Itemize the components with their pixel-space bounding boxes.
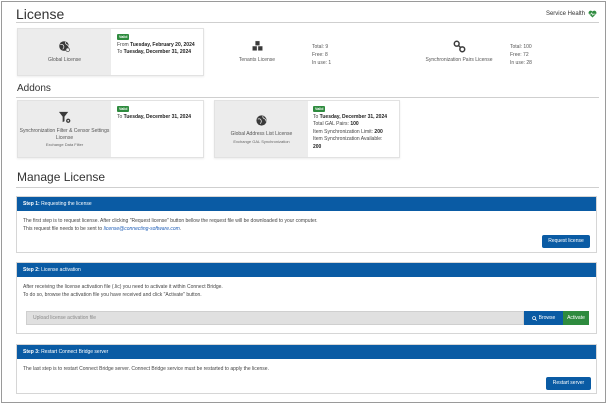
sync-limit-value: 200 — [374, 128, 383, 135]
gal-pairs-label: Total GAL Pairs: — [313, 121, 349, 127]
step2-header: Step 2: License activation — [17, 263, 596, 277]
manage-license-title: Manage License — [17, 170, 106, 184]
tenants-free: Free: 8 — [312, 52, 328, 58]
sync-pairs-license-item: Synchronization Pairs License — [421, 40, 497, 63]
step2-body: After receiving the license activation f… — [17, 277, 596, 299]
page-title: License — [16, 6, 65, 22]
addons-title: Addons — [17, 83, 51, 94]
global-license-details: Valid From Tuesday, February 20, 2024 To… — [117, 34, 195, 57]
to-date: Tuesday, December 31, 2024 — [319, 113, 388, 120]
step3-body: The last step is to restart Connect Brid… — [17, 359, 596, 373]
gal-addon-sublabel: Exchange GAL Synchronization — [233, 138, 290, 144]
step1-header: Step 1: Requesting the license — [17, 197, 596, 211]
to-date: Tuesday, December 31, 2024 — [123, 49, 192, 55]
global-license-pane: Global License — [18, 29, 111, 75]
step3-header: Step 3: Restart Connect Bridge server — [17, 345, 596, 359]
sync-pairs-total: Total: 100 — [510, 44, 532, 50]
valid-badge: Valid — [117, 106, 130, 112]
step2-panel: Step 2: License activation After receivi… — [16, 262, 597, 334]
global-license-label: Global License — [47, 57, 82, 64]
browse-button[interactable]: Browse — [524, 311, 563, 325]
sync-available-value: 200 — [313, 143, 322, 150]
tenants-total: Total: 9 — [312, 44, 329, 50]
to-prefix: To — [313, 113, 319, 120]
addons-divider — [16, 97, 599, 98]
globe-icon — [256, 115, 267, 126]
step1-line2-prefix: This request file needs to be sent to — [23, 226, 103, 232]
gal-addon-card: Global Address List License Exchange GAL… — [214, 100, 400, 158]
step1-body: The first step is to request license. Af… — [17, 211, 596, 233]
service-health-label: Service Health — [545, 11, 585, 17]
valid-badge: Valid — [313, 106, 326, 112]
cubes-icon — [251, 40, 263, 51]
filter-addon-card: Synchronization Filter & Censor Settings… — [17, 100, 204, 158]
from-prefix: From — [117, 41, 129, 48]
step1-number: Step 1: — [23, 201, 40, 207]
tenants-in-use: In use: 1 — [312, 60, 332, 66]
gal-pairs-value: 100 — [350, 121, 359, 127]
license-file-input[interactable]: Upload license activation file — [26, 311, 524, 325]
tenants-license-item: Tenants License — [229, 40, 285, 63]
step1-line2: This request file needs to be sent to li… — [23, 225, 590, 233]
sync-limit-label: Item Synchronization Limit: — [313, 128, 374, 135]
to-prefix: To — [117, 49, 123, 55]
sync-available-label: Item Synchronization Available: — [313, 136, 383, 142]
filter-gear-icon — [58, 111, 71, 123]
gal-addon-details: Valid To Tuesday, December 31, 2024 Tota… — [313, 106, 387, 151]
filter-addon-sublabel: Exchange Data Filter — [45, 142, 84, 148]
step2-number: Step 2: — [23, 267, 40, 273]
service-health-link[interactable]: Service Health — [546, 10, 597, 18]
filter-addon-label: Synchronization Filter & Censor Settings… — [19, 127, 110, 141]
sync-pairs-in-use: In use: 28 — [510, 60, 532, 66]
step1-line2-suffix: . — [179, 226, 182, 232]
filter-addon-pane: Synchronization Filter & Censor Settings… — [18, 101, 111, 157]
title-divider — [16, 22, 599, 23]
tenants-license-stats: Total: 9 Free: 8 In use: 1 — [312, 43, 331, 67]
sync-pairs-license-stats: Total: 100 Free: 72 In use: 28 — [510, 43, 532, 67]
gal-addon-pane: Global Address List License Exchange GAL… — [215, 101, 308, 157]
request-license-button[interactable]: Request license — [542, 235, 590, 248]
activate-button[interactable]: Activate — [563, 311, 589, 325]
globe-key-icon — [59, 41, 70, 53]
restart-server-button[interactable]: Restart server — [546, 377, 591, 390]
sync-pairs-free: Free: 72 — [510, 52, 529, 58]
heart-pulse-icon — [588, 10, 597, 18]
license-email-link[interactable]: license@connecting-software.com — [104, 226, 180, 232]
step3-number: Step 3: — [23, 349, 40, 355]
to-date: Tuesday, December 31, 2024 — [123, 113, 192, 120]
step1-line1: The first step is to request license. Af… — [23, 218, 318, 224]
step3-panel: Step 3: Restart Connect Bridge server Th… — [16, 344, 597, 394]
step2-line1: After receiving the license activation f… — [23, 284, 223, 290]
search-icon — [531, 315, 537, 321]
manage-divider — [16, 187, 599, 188]
tenants-license-label: Tenants License — [238, 57, 276, 63]
step2-line2: To do so, browse the activation file you… — [23, 292, 202, 298]
valid-badge: Valid — [117, 34, 130, 40]
step1-title: Requesting the license — [41, 201, 92, 207]
gal-addon-label: Global Address List License — [230, 131, 293, 138]
filter-addon-details: Valid To Tuesday, December 31, 2024 — [117, 106, 191, 121]
step1-panel: Step 1: Requesting the license The first… — [16, 196, 597, 253]
from-date: Tuesday, February 20, 2024 — [130, 41, 195, 48]
step2-title: License activation — [41, 267, 81, 273]
step3-title: Restart Connect Bridge server — [41, 349, 109, 355]
global-license-card: Global License Valid From Tuesday, Febru… — [17, 28, 204, 76]
sync-pairs-license-label: Synchronization Pairs License — [425, 57, 493, 63]
browse-label: Browse — [538, 315, 556, 321]
to-prefix: To — [117, 113, 123, 120]
link-icon — [453, 40, 465, 53]
step3-line1: The last step is to restart Connect Brid… — [23, 366, 269, 372]
